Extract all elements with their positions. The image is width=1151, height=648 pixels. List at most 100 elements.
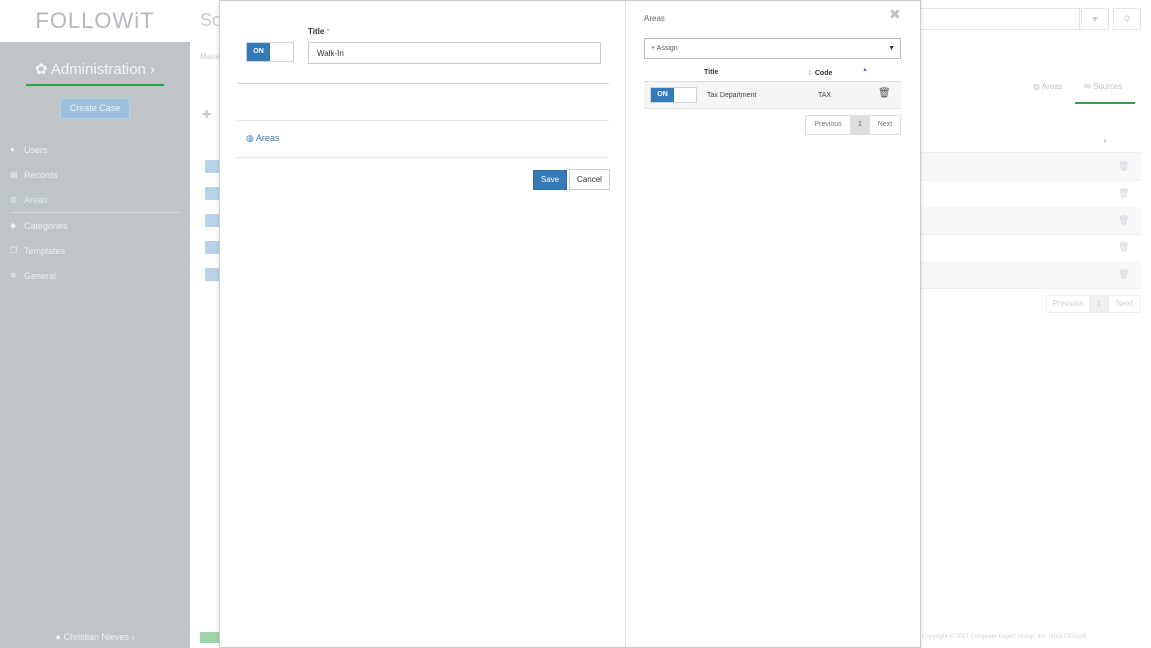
sort-up-icon[interactable]: ▲ (862, 67, 868, 73)
page-subtitle: Mana (200, 52, 221, 61)
edit-source-modal: ON Title* ◍ Areas Save Cancel Areas ✖ + … (219, 0, 921, 648)
sidebar-item-label: Records (24, 169, 58, 180)
sort-icon: ⇕ (807, 70, 813, 77)
chevron-right-icon: › (131, 632, 135, 642)
row-toggle[interactable] (205, 214, 219, 227)
user-menu[interactable]: ● Christian Nieves › (0, 626, 190, 648)
assign-dropdown[interactable]: + Assign ▼ (644, 38, 901, 59)
tab-active-underline (1075, 102, 1135, 104)
person-icon: ● (55, 632, 61, 642)
column-header-title[interactable]: Title (704, 69, 718, 76)
sidebar-item-label: Areas (24, 194, 48, 205)
areas-link[interactable]: ◍ Areas (246, 133, 279, 144)
divider (237, 157, 609, 158)
status-badge (200, 632, 220, 643)
row-active-toggle[interactable]: ON (650, 87, 697, 103)
user-icon: ● (10, 145, 15, 154)
sidebar-item-categories[interactable]: ◆ Categories (0, 213, 190, 238)
table-row (920, 207, 1141, 234)
sidebar-item-areas[interactable]: ◍ Areas (0, 187, 190, 212)
trash-icon[interactable]: 🗑 (1118, 269, 1129, 280)
caret-down-icon: ▼ (888, 45, 895, 52)
sidebar-item-users[interactable]: ● Users (0, 137, 190, 162)
logo[interactable]: FOLLOWiT (0, 0, 190, 42)
table-divider (920, 180, 1141, 181)
search-icon[interactable]: ⚲ (1113, 8, 1141, 30)
globe-icon: ◍ (1033, 82, 1040, 91)
administration-menu[interactable]: ✿ Administration › (0, 60, 190, 78)
search-input[interactable] (920, 8, 1080, 30)
row-toggle[interactable] (205, 241, 219, 254)
templates-icon: ❐ (10, 246, 18, 255)
create-case-button[interactable]: Create Case (60, 98, 130, 119)
divider (237, 120, 609, 121)
source-form: ON Title* ◍ Areas Save Cancel (220, 1, 626, 647)
sidebar-item-label: Categories (24, 220, 68, 231)
trash-icon[interactable]: 🗑 (1118, 161, 1129, 172)
table-divider (920, 234, 1141, 235)
envelope-icon: ✉ (1084, 82, 1091, 91)
table-row: ON Tax Department TAX 🗑 (644, 82, 901, 109)
toggle-on-label: ON (651, 88, 674, 102)
areas-panel: Areas ✖ + Assign ▼ Title ⇕ Code ▲ ON Tax … (626, 1, 920, 647)
trash-icon[interactable]: 🗑 (1118, 215, 1129, 226)
title-input[interactable] (308, 42, 601, 64)
previous-button[interactable]: Previous (805, 115, 851, 135)
sidebar-item-general[interactable]: ✲ General (0, 263, 190, 288)
sidebar-item-label: Users (24, 144, 48, 155)
required-marker: * (326, 27, 330, 36)
sidebar-item-label: General (24, 270, 57, 281)
globe-icon: ◍ (246, 133, 254, 143)
save-button[interactable]: Save (533, 170, 567, 190)
sidebar-item-records[interactable]: ▤ Records (0, 162, 190, 187)
records-icon: ▤ (10, 170, 18, 179)
row-title: Tax Department (707, 92, 757, 99)
sidebar-item-label: Templates (24, 245, 66, 256)
row-code: TAX (818, 92, 832, 99)
sidebar-nav: ● Users ▤ Records ◍ Areas ◆ Categories ❐… (0, 137, 190, 288)
assign-label: + Assign (651, 45, 678, 52)
trash-icon[interactable]: 🗑 (1118, 188, 1129, 199)
admin-underline (26, 84, 164, 86)
copyright-footer: Copyright © 2017 Computer Expert Group, … (922, 634, 1087, 640)
user-name: Christian Nieves (63, 632, 129, 642)
trash-icon[interactable]: 🗑 (878, 88, 891, 99)
page-1-button[interactable]: 1 (1090, 295, 1108, 313)
areas-link-label: Areas (255, 133, 280, 143)
title-label-text: Title (308, 27, 325, 36)
title-label: Title * (308, 27, 329, 36)
sidebar-item-templates[interactable]: ❐ Templates (0, 238, 190, 263)
column-header-code[interactable]: ⇕ Code (807, 69, 832, 77)
tab-label: Areas (1041, 82, 1063, 91)
tab-label: Sources (1092, 82, 1123, 91)
toggle-on-label: ON (247, 43, 270, 61)
close-icon[interactable]: ✖ (889, 6, 901, 23)
page-1-button[interactable]: 1 (850, 115, 870, 135)
administration-label: Administration (50, 61, 146, 78)
globe-icon: ◍ (10, 195, 17, 204)
previous-button[interactable]: Previous (1046, 295, 1090, 313)
tab-areas[interactable]: ◍ Areas (1033, 82, 1063, 91)
row-toggle[interactable] (205, 187, 219, 200)
row-toggle[interactable] (205, 160, 219, 173)
table-row (920, 261, 1141, 288)
next-button[interactable]: Next (1108, 295, 1141, 313)
sidebar: FOLLOWiT ✿ Administration › Create Case … (0, 0, 190, 648)
active-toggle[interactable]: ON (246, 42, 294, 62)
gears-icon: ✲ (10, 271, 17, 280)
plus-icon[interactable]: ✚ (202, 108, 211, 121)
trash-icon[interactable]: 🗑 (1118, 242, 1129, 253)
divider (237, 83, 609, 84)
row-toggle[interactable] (205, 268, 219, 281)
next-button[interactable]: Next (869, 115, 901, 135)
tab-sources[interactable]: ✉ Sources (1084, 82, 1122, 91)
table-divider (920, 288, 1141, 289)
chevron-right-icon: › (150, 61, 156, 78)
cancel-button[interactable]: Cancel (569, 169, 610, 190)
filter-icon[interactable]: ▼ (1081, 8, 1109, 30)
areas-heading: Areas (644, 14, 665, 23)
table-row (920, 153, 1141, 180)
sort-icon[interactable]: ▲ (1102, 138, 1108, 144)
gear-icon: ✿ (34, 61, 48, 78)
tag-icon: ◆ (10, 221, 17, 230)
